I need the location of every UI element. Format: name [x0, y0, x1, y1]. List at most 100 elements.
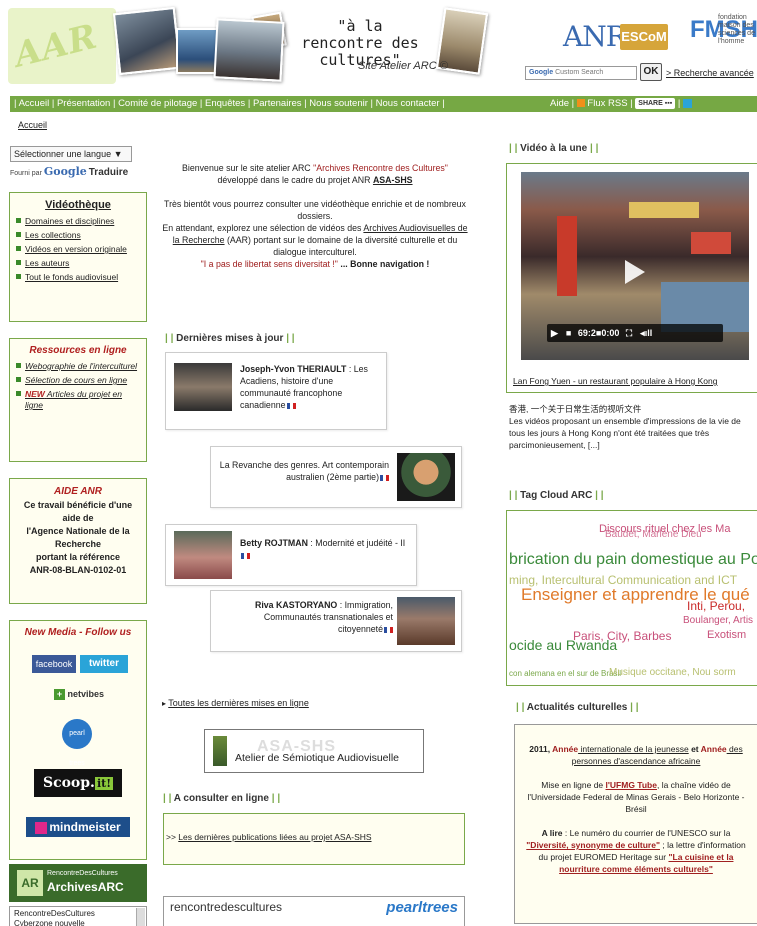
- tag-link[interactable]: Baudet, Marlène Dieu: [605, 529, 702, 540]
- main-nav: | Accueil | Présentation | Comité de pil…: [10, 96, 757, 112]
- publications-link[interactable]: Les dernières publications liées au proj…: [178, 832, 371, 842]
- anr-logo[interactable]: ANR: [563, 20, 627, 53]
- scoop-label: Scoop.: [42, 775, 95, 791]
- nav-rss[interactable]: Flux RSS: [587, 98, 627, 109]
- french-flag-icon: [286, 402, 296, 409]
- tag-link[interactable]: Inti, Perou,: [687, 599, 745, 613]
- intro-text: Bienvenue sur le site atelier ARC "Archi…: [160, 162, 470, 270]
- search-input[interactable]: Google Custom Search: [525, 66, 637, 80]
- pearltrees-widget[interactable]: rencontredescultures pearltrees: [163, 896, 465, 926]
- ressources-link[interactable]: Webographie de l'interculturel: [16, 361, 142, 372]
- translate-powered: Fourni par Google Traduire: [10, 165, 128, 178]
- diversite-link[interactable]: "Diversité, synonyme de culture": [526, 840, 660, 850]
- header-photo: [112, 6, 182, 76]
- google-logo: Google: [43, 165, 87, 178]
- nav-item-accueil[interactable]: Accueil: [19, 98, 50, 109]
- nav-item-presentation[interactable]: Présentation: [57, 98, 110, 109]
- scrollbar[interactable]: [136, 908, 145, 926]
- jeunesse-link[interactable]: internationale de la jeunesse: [578, 744, 688, 754]
- netvibes-label: netvibes: [67, 689, 105, 699]
- pearltrees-button[interactable]: pearl trees: [62, 719, 92, 767]
- nav-item-comite[interactable]: Comité de pilotage: [118, 98, 197, 109]
- videotheque-link[interactable]: Les auteurs: [16, 258, 142, 269]
- asa-shs-link[interactable]: ASA-SHS: [373, 175, 413, 185]
- aide-line: l'Agence Nationale de la Recherche: [26, 526, 130, 549]
- play-icon[interactable]: [625, 260, 645, 284]
- language-select[interactable]: Sélectionner une langue ▼: [10, 146, 132, 162]
- consult-prefix: >>: [166, 832, 179, 842]
- facebook-button[interactable]: facebook: [32, 655, 76, 673]
- share-button[interactable]: SHARE ▪▪▪: [635, 98, 676, 109]
- play-small-icon[interactable]: ▶: [551, 324, 558, 342]
- video-title-link[interactable]: Lan Fong Yuen - un restaurant populaire …: [513, 376, 717, 386]
- pearltrees-account: rencontredescultures: [170, 900, 283, 914]
- nav-item-contact[interactable]: Nous contacter: [376, 98, 440, 109]
- tag-link[interactable]: ocide au Rwanda: [509, 637, 617, 653]
- video-controls[interactable]: ▶ ■ 69:2■0:00 ⛶ ◂ıll: [547, 324, 723, 342]
- nav-item-enquetes[interactable]: Enquêtes: [205, 98, 245, 109]
- aide-line: Ce travail bénéficie d'une aide de: [23, 500, 133, 523]
- new-badge: NEW: [25, 389, 45, 399]
- videotheque-link[interactable]: Domaines et disciplines: [16, 216, 142, 227]
- twitter-icon[interactable]: [682, 98, 692, 108]
- update-card[interactable]: Riva KASTORYANO : Immigration, Communaut…: [210, 590, 462, 652]
- escom-logo[interactable]: ESCoM: [620, 24, 668, 50]
- tag-link[interactable]: con alemana en el sur de Brasil: [509, 669, 621, 678]
- aar-logo[interactable]: AAR: [8, 8, 116, 84]
- culture-year: 2011,: [529, 744, 553, 754]
- all-updates-link[interactable]: Toutes les dernières mises en ligne: [168, 698, 309, 708]
- ressources-box: Ressources en ligne Webographie de l'int…: [9, 338, 147, 462]
- nav-item-soutenir[interactable]: Nous soutenir: [309, 98, 368, 109]
- advanced-search-link[interactable]: > Recherche avancée: [666, 68, 754, 78]
- intro-closing: ... Bonne navigation !: [337, 259, 430, 269]
- culture-et: et: [688, 744, 701, 754]
- translate-link[interactable]: Traduire: [89, 167, 128, 178]
- update-card[interactable]: La Revanche des genres. Art contemporain…: [210, 446, 462, 508]
- mindmeister-icon: [35, 821, 48, 834]
- section-title-consult: | | A consulter en ligne | |: [163, 793, 281, 804]
- video-player[interactable]: ▶ ■ 69:2■0:00 ⛶ ◂ıll: [521, 172, 749, 360]
- author-photo: [397, 597, 455, 645]
- scoopit-button[interactable]: Scoop. it!: [34, 769, 122, 797]
- scoop-it-label: it!: [94, 777, 114, 790]
- update-card[interactable]: Betty ROJTMAN : Modernité et judéité - I…: [165, 524, 417, 586]
- tag-link[interactable]: brication du pain domestique au Port: [509, 551, 757, 569]
- video-scene: [691, 232, 731, 254]
- volume-icon[interactable]: ◂ıll: [640, 324, 652, 342]
- tag-link[interactable]: Musique occitane, Nou sorm: [609, 667, 736, 678]
- a-lire-label: A lire: [541, 828, 563, 838]
- section-title-text: Dernières mises à jour: [176, 333, 284, 344]
- mindmeister-button[interactable]: mindmeister: [26, 817, 130, 837]
- ufmg-tube-link[interactable]: l'UFMG Tube: [606, 780, 657, 790]
- fullscreen-icon[interactable]: ⛶: [626, 324, 632, 342]
- tag-link[interactable]: Boulanger, Artis: [683, 615, 753, 626]
- ressources-link[interactable]: Sélection de cours en ligne: [16, 375, 142, 386]
- section-title-tags: | | Tag Cloud ARC | |: [509, 490, 604, 501]
- intro-text-part: En attendant, explorez une sélection de …: [162, 223, 364, 233]
- arc-feed[interactable]: RencontreDesCultures Cyberzone nouvelle: [9, 906, 147, 926]
- tag-link[interactable]: Exotism: [707, 629, 746, 641]
- nav-help[interactable]: Aide: [550, 98, 569, 109]
- asa-shs-banner[interactable]: ASA-SHS Atelier de Sémiotique Audiovisue…: [204, 729, 424, 773]
- update-card[interactable]: Joseph-Yvon THERIAULT : Les Acadiens, hi…: [165, 352, 387, 430]
- ressources-title: Ressources en ligne: [29, 345, 127, 356]
- video-chinese-title: 香港, 一个关于日常生活的视听文件: [509, 404, 642, 414]
- videotheque-link[interactable]: Vidéos en version originale: [16, 244, 142, 255]
- section-title-updates: | | Dernières mises à jour | |: [165, 333, 295, 344]
- twitter-button[interactable]: twitter: [80, 655, 128, 673]
- stop-icon[interactable]: ■: [566, 324, 571, 342]
- section-title-culture: | | Actualités culturelles | |: [516, 702, 639, 713]
- search-button[interactable]: OK: [640, 63, 662, 81]
- asa-logo-icon: [213, 736, 227, 766]
- intro-text-part: Bienvenue sur le site atelier ARC: [182, 163, 314, 173]
- videotheque-link[interactable]: Tout le fonds audiovisuel: [16, 272, 142, 283]
- breadcrumb[interactable]: Accueil: [18, 120, 47, 130]
- netvibes-button[interactable]: + netvibes: [54, 689, 105, 701]
- ressources-link-articles[interactable]: NEW Articles du projet en ligne: [16, 389, 142, 411]
- nav-item-partenaires[interactable]: Partenaires: [253, 98, 302, 109]
- powered-label: Fourni par: [10, 170, 42, 177]
- plus-icon: +: [54, 689, 65, 701]
- video-description: 香港, 一个关于日常生活的视听文件 Les vidéos proposant u…: [509, 403, 757, 451]
- archives-arc-widget[interactable]: AR RencontreDesCultures ArchivesARC: [9, 864, 147, 902]
- videotheque-link[interactable]: Les collections: [16, 230, 142, 241]
